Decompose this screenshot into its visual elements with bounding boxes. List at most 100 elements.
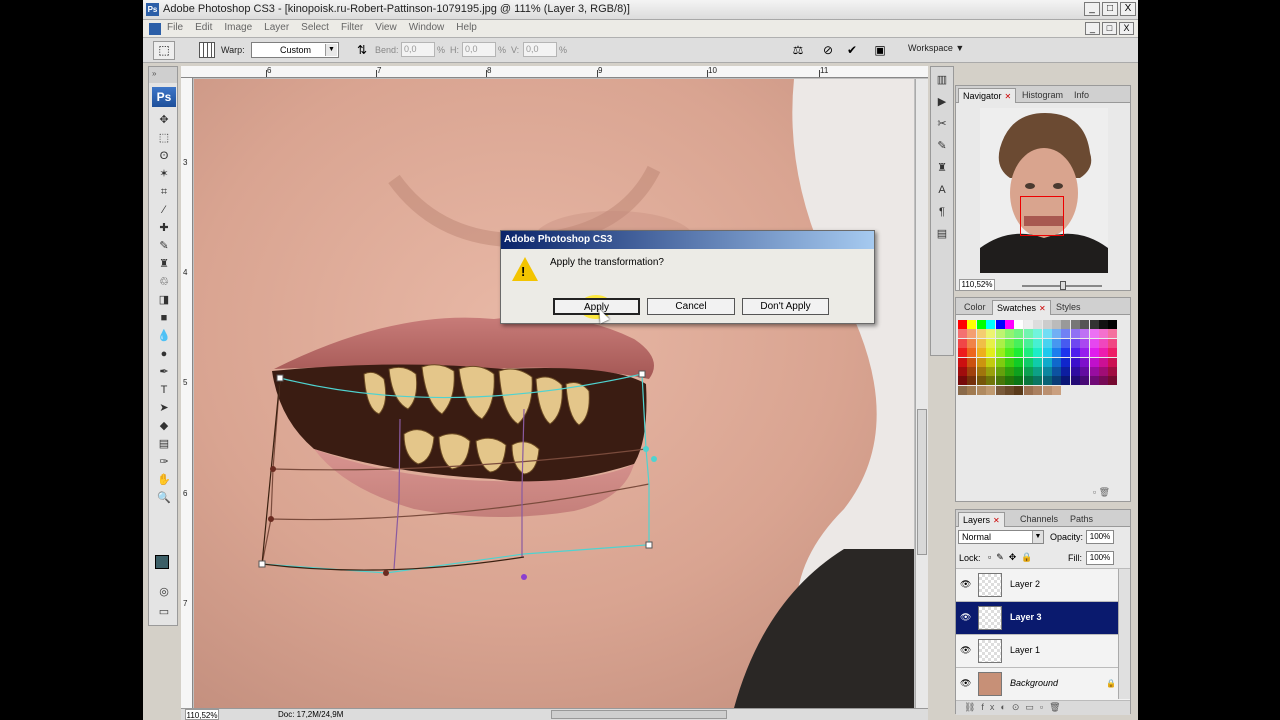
color-swatch[interactable] [1108,320,1118,329]
menu-image[interactable]: Image [224,22,252,33]
color-swatch[interactable] [1099,329,1108,339]
vertical-scrollbar[interactable] [915,79,928,708]
slice-tool-icon[interactable]: ⁄ [149,201,179,219]
navigator-zoom-field[interactable]: 110,52% [959,279,995,291]
ps-logo[interactable]: Ps [152,87,176,107]
color-swatch[interactable] [1052,338,1061,348]
crop-tool-icon[interactable]: ⌗ [149,183,179,201]
color-swatch[interactable] [958,329,967,339]
swatch-panel-buttons[interactable]: ▫ 🗑 [1093,487,1110,498]
color-swatch[interactable] [1023,385,1033,395]
color-swatch[interactable] [958,385,967,395]
color-swatch[interactable] [986,320,996,329]
horizontal-scroll-thumb[interactable] [551,710,727,719]
color-swatch[interactable] [1042,357,1052,367]
quick-mask-icon[interactable]: ◎ [149,583,179,601]
type-tool-icon[interactable]: T [149,381,179,399]
color-swatch[interactable] [1061,376,1071,386]
color-swatch[interactable] [1014,376,1024,386]
layer-panel-buttons[interactable]: ⛓fx◐⊙▭▫🗑 [956,699,1130,715]
history-panel-icon[interactable]: ▥ [931,71,953,89]
photo-canvas[interactable] [194,79,914,708]
move-tool-icon[interactable]: ✥ [149,111,179,129]
screen-mode-icon[interactable]: ▭ [149,603,179,621]
color-swatch[interactable] [1108,367,1118,376]
tab-navigator[interactable]: Navigator ✕ [958,88,1017,103]
color-swatch[interactable] [967,320,977,329]
color-swatch[interactable] [995,376,1005,386]
vertical-scroll-thumb[interactable] [917,409,927,555]
lock-icons[interactable]: ▫✎✥🔒 [988,552,1037,563]
color-swatch[interactable] [1089,357,1099,367]
color-swatch[interactable] [1052,348,1061,358]
zoom-level-field[interactable]: 110,52% [185,709,219,720]
color-swatch[interactable] [1052,329,1061,339]
actions-panel-icon[interactable]: ▶ [931,93,953,111]
tab-color[interactable]: Color [960,300,990,315]
shape-tool-icon[interactable]: ◆ [149,417,179,435]
color-swatch[interactable] [1089,329,1099,339]
color-swatch[interactable] [986,348,996,358]
color-swatch[interactable] [1070,320,1080,329]
tool-presets-icon[interactable]: ✂ [931,115,953,133]
color-swatch[interactable] [1014,348,1024,358]
color-swatch[interactable] [1014,320,1024,329]
color-swatch[interactable] [1033,320,1043,329]
color-swatch[interactable] [986,376,996,386]
color-swatch[interactable] [967,348,977,358]
color-swatch[interactable] [1023,329,1033,339]
navigator-view-box[interactable] [1020,196,1064,236]
color-swatch[interactable] [958,376,967,386]
color-swatch[interactable] [995,320,1005,329]
color-swatch[interactable] [967,385,977,395]
healing-brush-tool-icon[interactable]: ✚ [149,219,179,237]
color-swatch[interactable] [1014,367,1024,376]
menu-file[interactable]: File [167,22,183,33]
navigator-thumbnail[interactable] [980,108,1108,273]
menu-view[interactable]: View [375,22,397,33]
color-swatch[interactable] [976,376,986,386]
clone-stamp-tool-icon[interactable]: ♜ [149,255,179,273]
color-swatch[interactable] [1005,320,1014,329]
close-button[interactable]: X [1120,2,1136,16]
menu-filter[interactable]: Filter [341,22,363,33]
color-swatch[interactable] [1099,357,1108,367]
dont-apply-button[interactable]: Don't Apply [742,298,829,315]
color-swatch[interactable] [986,338,996,348]
magic-wand-tool-icon[interactable]: ✶ [149,165,179,183]
color-swatch[interactable] [967,338,977,348]
color-swatch[interactable] [1023,348,1033,358]
eye-icon[interactable]: 👁 [960,645,972,656]
color-swatch[interactable] [1099,367,1108,376]
color-swatch[interactable] [1042,320,1052,329]
color-swatch[interactable] [1099,320,1108,329]
color-swatch[interactable] [1108,348,1118,358]
color-swatch[interactable] [1042,338,1052,348]
color-swatch[interactable] [1080,357,1090,367]
paragraph-panel-icon[interactable]: ¶ [931,203,953,221]
menu-layer[interactable]: Layer [264,22,289,33]
color-swatch[interactable] [1042,385,1052,395]
color-swatch[interactable] [1052,367,1061,376]
color-swatch[interactable] [976,329,986,339]
color-swatch[interactable] [967,376,977,386]
doc-minimize-button[interactable]: _ [1085,22,1100,35]
color-swatch[interactable] [1042,376,1052,386]
color-swatch[interactable] [958,338,967,348]
color-swatch[interactable] [986,329,996,339]
menu-edit[interactable]: Edit [195,22,212,33]
eye-icon[interactable]: 👁 [960,612,972,623]
color-swatch[interactable] [1005,348,1014,358]
color-swatch[interactable] [967,367,977,376]
pen-tool-icon[interactable]: ✒ [149,363,179,381]
blur-tool-icon[interactable]: 💧 [149,327,179,345]
color-swatch[interactable] [1023,367,1033,376]
color-swatch[interactable] [1005,376,1014,386]
transform-tool-icon[interactable]: ⬚ [153,41,175,60]
color-swatch[interactable] [1023,376,1033,386]
tab-channels[interactable]: Channels [1016,512,1062,527]
color-swatch[interactable] [1080,348,1090,358]
v-input[interactable]: 0,0 [523,42,557,57]
color-swatch[interactable] [976,367,986,376]
bridge-icon[interactable]: ▣ [871,42,889,59]
